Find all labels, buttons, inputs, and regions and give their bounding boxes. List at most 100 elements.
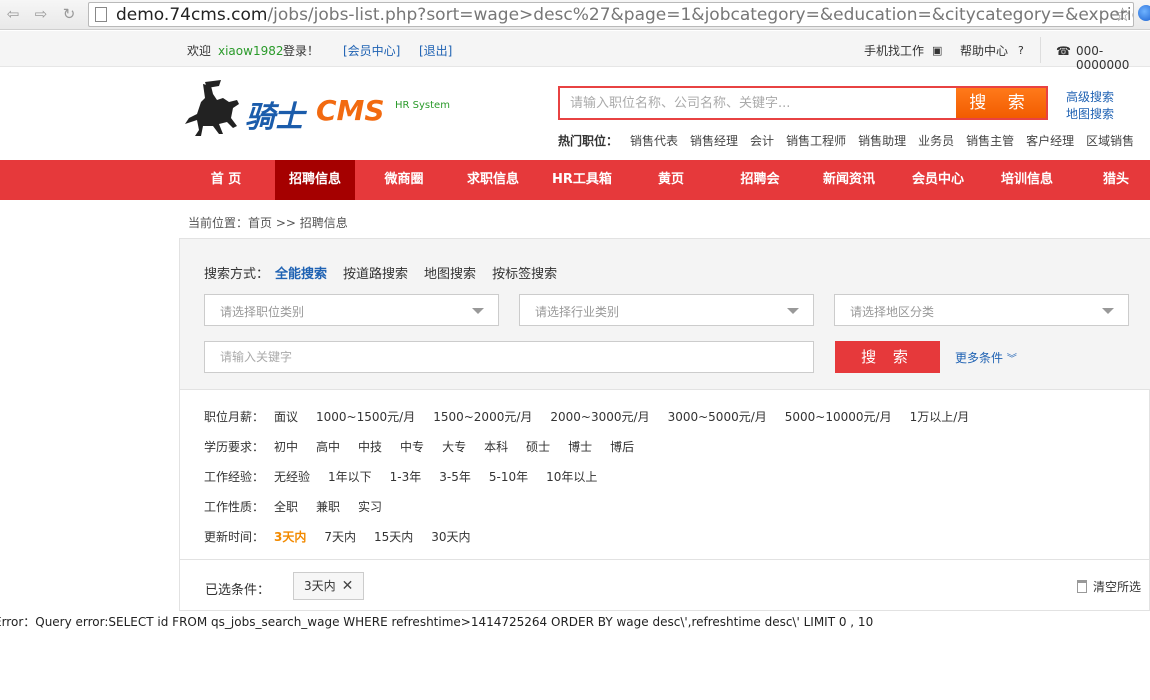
nav-item[interactable]: 猎头 — [1076, 160, 1150, 200]
nav-item[interactable]: 培训信息 — [987, 160, 1067, 200]
site-logo[interactable]: 骑士 CMS HR System — [183, 78, 463, 140]
nav-item[interactable]: 首 页 — [185, 160, 267, 200]
filter-option[interactable]: 1万以上/月 — [910, 410, 970, 424]
url-text: demo.74cms.com/jobs/jobs-list.php?sort=w… — [116, 5, 1134, 25]
filter-option[interactable]: 2000~3000元/月 — [550, 410, 649, 424]
logo-subtitle: HR System — [395, 100, 450, 111]
filter-option[interactable]: 兼职 — [316, 500, 340, 514]
filter-row: 职位月薪： 面议 1000~1500元/月 1500~2000元/月 2000~3000… — [204, 408, 987, 425]
filter-option[interactable]: 中技 — [358, 440, 382, 454]
selected-condition-chip[interactable]: 3天内 ✕ — [293, 572, 365, 600]
filter-option[interactable]: 高中 — [316, 440, 340, 454]
job-category-select[interactable]: 请选择职位类别 — [204, 294, 499, 326]
nav-item[interactable]: 黄页 — [631, 160, 711, 200]
filter-option[interactable]: 7天内 — [324, 530, 356, 544]
filter-row-label: 更新时间： — [204, 530, 265, 544]
selected-conditions-label: 已选条件： — [205, 583, 271, 598]
search-mode-label: 搜索方式： — [204, 267, 270, 282]
reload-icon[interactable]: ↻ — [58, 4, 80, 24]
hot-job-link[interactable]: 会计 — [750, 134, 774, 148]
filter-row: 工作经验： 无经验 1年以下 1-3年 3-5年 5-10年 10年以上 — [204, 468, 615, 485]
hot-jobs: 热门职位： 销售代表 销售经理 会计 销售工程师 销售助理 业务员 销售主管 客户经理 区域销售 — [558, 132, 1150, 148]
advanced-search-link[interactable]: 高级搜索 — [1066, 88, 1114, 105]
browser-toolbar: ⇦ ⇨ ↻ demo.74cms.com/jobs/jobs-list.php?… — [0, 0, 1150, 30]
forward-icon[interactable]: ⇨ — [30, 4, 52, 24]
filter-option[interactable]: 1500~2000元/月 — [433, 410, 532, 424]
hot-job-link[interactable]: 销售经理 — [690, 134, 738, 148]
filter-option[interactable]: 3000~5000元/月 — [668, 410, 767, 424]
nav-item[interactable]: 招聘会 — [720, 160, 800, 200]
filter-option[interactable]: 大专 — [442, 440, 466, 454]
filter-option[interactable]: 无经验 — [274, 470, 310, 484]
filter-option[interactable]: 5000~10000元/月 — [785, 410, 892, 424]
nav-item[interactable]: 求职信息 — [453, 160, 533, 200]
filter-option[interactable]: 初中 — [274, 440, 298, 454]
breadcrumb: 当前位置：首页 >> 招聘信息 — [188, 216, 348, 230]
keyword-input[interactable] — [204, 341, 814, 373]
filter-option[interactable]: 实习 — [358, 500, 382, 514]
search-mode-tab[interactable]: 按标签搜索 — [492, 267, 557, 282]
logout-link[interactable]: [退出] — [419, 44, 452, 58]
more-conditions-link[interactable]: 更多条件 ︾ — [955, 349, 1017, 366]
filter-option[interactable]: 5-10年 — [489, 470, 528, 484]
hot-job-link[interactable]: 销售主管 — [966, 134, 1014, 148]
hot-job-link[interactable]: 销售工程师 — [786, 134, 846, 148]
username-link[interactable]: xiaow1982 — [218, 44, 283, 58]
phone-icon: ☎ — [1056, 44, 1071, 58]
chevron-down-icon — [472, 308, 484, 314]
hot-job-link[interactable]: 销售代表 — [630, 134, 678, 148]
chevron-down-icon — [787, 308, 799, 314]
hot-job-link[interactable]: 区域销售 — [1086, 134, 1134, 148]
search-mode-tab[interactable]: 地图搜索 — [424, 267, 476, 282]
help-icon: ? — [1018, 44, 1024, 57]
bookmark-star-icon[interactable]: ☆ — [1114, 4, 1131, 26]
nav-item[interactable]: 招聘信息 — [275, 160, 355, 200]
close-icon[interactable]: ✕ — [342, 578, 354, 594]
filter-option[interactable]: 10年以上 — [546, 470, 597, 484]
nav-item[interactable]: 新闻资讯 — [809, 160, 889, 200]
filter-option[interactable]: 1000~1500元/月 — [316, 410, 415, 424]
filter-option[interactable]: 面议 — [274, 410, 298, 424]
header-search-button[interactable]: 搜 索 — [956, 88, 1046, 118]
filter-option[interactable]: 1年以下 — [328, 470, 372, 484]
filter-row: 更新时间： 3天内 7天内 15天内 30天内 — [204, 528, 489, 545]
member-center-link[interactable]: [会员中心] — [343, 44, 400, 58]
help-center-link[interactable]: 帮助中心 — [960, 44, 1008, 58]
filter-option[interactable]: 博士 — [568, 440, 592, 454]
filter-option[interactable]: 30天内 — [431, 530, 470, 544]
filter-option[interactable]: 3-5年 — [439, 470, 471, 484]
logo-cn-text: 骑士 — [245, 100, 304, 135]
mobile-jobs-link[interactable]: 手机找工作 — [864, 44, 924, 58]
hot-job-link[interactable]: 客户经理 — [1026, 134, 1074, 148]
filter-option[interactable]: 1-3年 — [390, 470, 422, 484]
nav-item[interactable]: 会员中心 — [898, 160, 978, 200]
login-text: 登录！ — [283, 44, 320, 58]
filter-option[interactable]: 中专 — [400, 440, 424, 454]
filter-option[interactable]: 博后 — [610, 440, 634, 454]
filter-option[interactable]: 15天内 — [374, 530, 413, 544]
filter-option[interactable]: 3天内 — [274, 530, 306, 544]
hot-job-link[interactable]: 业务员 — [918, 134, 954, 148]
area-select[interactable]: 请选择地区分类 — [834, 294, 1129, 326]
nav-item[interactable]: HR工具箱 — [542, 160, 622, 200]
search-mode-tab[interactable]: 按道路搜索 — [343, 267, 408, 282]
back-icon[interactable]: ⇦ — [2, 4, 24, 24]
map-search-link[interactable]: 地图搜索 — [1066, 105, 1114, 122]
browser-extension-icon[interactable] — [1138, 5, 1150, 21]
clear-all-button[interactable]: 清空所选 — [1077, 578, 1141, 595]
filter-option[interactable]: 本科 — [484, 440, 508, 454]
header-search-input[interactable] — [560, 88, 956, 118]
filter-option[interactable]: 全职 — [274, 500, 298, 514]
chip-label: 3天内 — [304, 579, 336, 593]
sql-error-message: Error：Query error:SELECT id FROM qs_jobs… — [0, 615, 874, 629]
address-bar[interactable]: demo.74cms.com/jobs/jobs-list.php?sort=w… — [88, 2, 1134, 27]
nav-item[interactable]: 微商圈 — [364, 160, 444, 200]
logo-en-text: CMS — [316, 94, 385, 127]
header-search: 搜 索 — [558, 86, 1048, 120]
filter-option[interactable]: 硕士 — [526, 440, 550, 454]
hot-job-link[interactable]: 销售助理 — [858, 134, 906, 148]
keyword-search-button[interactable]: 搜 索 — [835, 341, 940, 373]
search-mode-tab[interactable]: 全能搜索 — [275, 267, 327, 282]
top-user-bar: 欢迎 xiaow1982 登录！ [会员中心] [退出] 手机找工作 ▣ 帮助中… — [0, 31, 1150, 72]
industry-select[interactable]: 请选择行业类别 — [519, 294, 814, 326]
